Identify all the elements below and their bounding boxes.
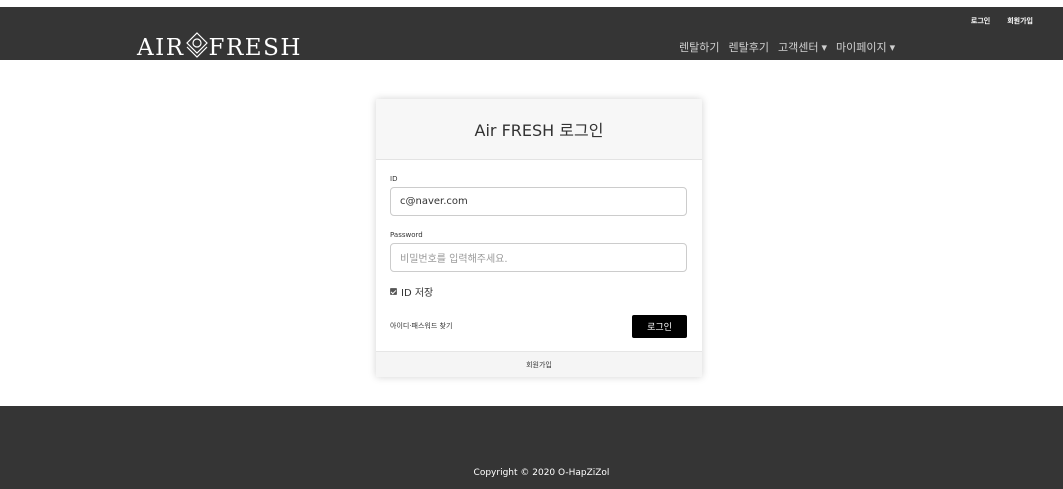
top-strip xyxy=(0,0,1063,7)
menu-item-rental[interactable]: 렌탈하기 xyxy=(679,39,719,55)
account-links: 로그인 회원가입 xyxy=(971,16,1033,26)
login-link[interactable]: 로그인 xyxy=(971,16,990,26)
password-label: Password xyxy=(390,231,423,239)
page-footer: Copyright © 2020 O-HapZiZol xyxy=(0,406,1063,489)
login-form: ID c@naver.com Password 비밀번호를 입력해주세요. ID… xyxy=(376,160,702,350)
remember-label: ID 저장 xyxy=(401,288,434,299)
brand-name-left: AIR xyxy=(137,35,185,61)
remember-id[interactable]: ID 저장 xyxy=(390,284,433,299)
navbar: AIR FRESH 로그인 회원가입 렌탈하기 렌탈후기 고객센터 ▾ 마이페이지… xyxy=(0,7,1063,61)
id-label: ID xyxy=(390,175,398,183)
diamond-circle-logo-icon xyxy=(185,32,208,58)
signup-link[interactable]: 회원가입 xyxy=(1007,16,1033,26)
login-card: Air FRESH 로그인 ID c@naver.com Password 비밀… xyxy=(376,99,702,377)
menu-item-mypage[interactable]: 마이페이지 ▾ xyxy=(836,39,895,55)
caret-down-icon: ▾ xyxy=(821,41,827,54)
menu-item-support[interactable]: 고객센터 ▾ xyxy=(778,39,827,55)
find-account-link[interactable]: 아이디·패스워드 찾기 xyxy=(390,321,452,331)
login-card-header: Air FRESH 로그인 xyxy=(376,99,702,160)
caret-down-icon: ▾ xyxy=(889,41,896,54)
login-button[interactable]: 로그인 xyxy=(632,315,687,338)
id-input[interactable]: c@naver.com xyxy=(390,187,687,216)
brand-name-right: FRESH xyxy=(208,35,302,61)
main-menu: 렌탈하기 렌탈후기 고객센터 ▾ 마이페이지 ▾ xyxy=(679,39,895,55)
password-input[interactable]: 비밀번호를 입력해주세요. xyxy=(390,243,687,272)
signup-footer-link[interactable]: 회원가입 xyxy=(376,351,702,377)
menu-item-reviews[interactable]: 렌탈후기 xyxy=(728,39,768,55)
login-title: Air FRESH 로그인 xyxy=(474,121,604,140)
copyright-text: Copyright © 2020 O-HapZiZol xyxy=(473,468,610,478)
brand-logo[interactable]: AIR FRESH xyxy=(137,31,302,61)
checkbox-checked-icon[interactable] xyxy=(390,288,397,295)
